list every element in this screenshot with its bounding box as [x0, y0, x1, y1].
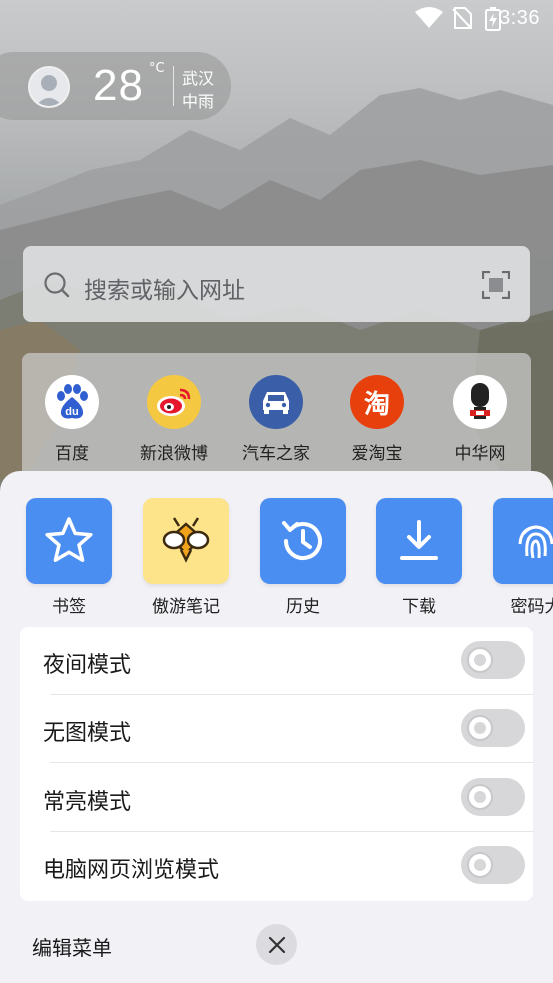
quick-sites-panel: du 百度 新浪微博 汽车之家 淘 爱淘宝 中华网	[22, 353, 531, 483]
weibo-icon	[147, 375, 201, 429]
setting-desktop-mode: 电脑网页浏览模式	[20, 832, 533, 900]
keep-screen-on-toggle[interactable]	[461, 778, 525, 816]
toggle-knob	[467, 784, 493, 810]
scan-icon[interactable]	[482, 271, 510, 299]
tool-bookmarks[interactable]: 书签	[14, 498, 124, 617]
menu-bottom-sheet: 书签 傲游笔记 历史 下载 密码 夜间模式 无图模式 常亮模式 电脑网页浏览模式…	[0, 471, 553, 983]
car-icon	[249, 375, 303, 429]
night-mode-toggle[interactable]	[461, 641, 525, 679]
china-com-icon	[453, 375, 507, 429]
weather-city: 武汉	[182, 69, 215, 88]
download-icon	[376, 498, 462, 584]
weather-widget[interactable]: 28 °C 武汉 中雨	[0, 52, 231, 120]
tool-label: 书签	[52, 597, 86, 617]
search-bar[interactable]: 搜索或输入网址	[23, 246, 530, 322]
bee-icon	[143, 498, 229, 584]
setting-label: 电脑网页浏览模式	[43, 858, 220, 883]
setting-night-mode: 夜间模式	[20, 627, 533, 695]
temperature-unit: °C	[149, 61, 165, 76]
quick-site-label: 中华网	[454, 444, 506, 464]
quick-site-label: 百度	[55, 444, 89, 464]
tool-label: 密码大	[510, 597, 553, 617]
search-input[interactable]: 搜索或输入网址	[84, 271, 245, 305]
quick-site-baidu[interactable]: du 百度	[27, 375, 117, 475]
setting-no-image-mode: 无图模式	[20, 695, 533, 763]
close-button[interactable]	[256, 924, 297, 965]
temperature: 28	[93, 61, 144, 110]
tool-history[interactable]: 历史	[248, 498, 358, 617]
quick-site-label: 爱淘宝	[351, 444, 403, 464]
close-icon	[268, 936, 285, 953]
weather-divider	[173, 66, 174, 106]
baidu-icon: du	[45, 375, 99, 429]
wifi-icon	[415, 7, 443, 28]
taobao-icon: 淘	[350, 375, 404, 429]
tool-label: 傲游笔记	[152, 597, 220, 617]
edit-menu-button[interactable]: 编辑菜单	[32, 932, 112, 961]
weather-condition: 中雨	[182, 92, 215, 111]
quick-site-taobao[interactable]: 淘 爱淘宝	[332, 375, 422, 475]
star-icon	[26, 498, 112, 584]
divider	[50, 762, 533, 763]
svg-text:du: du	[65, 406, 78, 418]
avatar[interactable]	[28, 66, 70, 108]
quick-site-china-com[interactable]: 中华网	[435, 375, 525, 475]
tool-notes[interactable]: 傲游笔记	[131, 498, 241, 617]
quick-site-label: 汽车之家	[242, 444, 310, 464]
no-image-mode-toggle[interactable]	[461, 709, 525, 747]
mode-settings-list: 夜间模式 无图模式 常亮模式 电脑网页浏览模式	[20, 627, 533, 901]
setting-label: 夜间模式	[43, 653, 132, 678]
status-bar: 3:36	[0, 0, 553, 38]
setting-keep-screen-on: 常亮模式	[20, 764, 533, 832]
no-sim-icon	[452, 7, 472, 29]
tool-label: 历史	[286, 597, 320, 617]
toggle-knob	[467, 715, 493, 741]
setting-label: 无图模式	[43, 721, 132, 746]
search-icon	[44, 272, 70, 298]
setting-label: 常亮模式	[43, 790, 132, 815]
toggle-knob	[467, 852, 493, 878]
quick-site-autohome[interactable]: 汽车之家	[231, 375, 321, 475]
quick-site-label: 新浪微博	[140, 444, 208, 464]
tool-label: 下载	[402, 597, 436, 617]
toggle-knob	[467, 647, 493, 673]
quick-site-weibo[interactable]: 新浪微博	[129, 375, 219, 475]
tool-passwords[interactable]: 密码大	[481, 498, 553, 617]
desktop-mode-toggle[interactable]	[461, 846, 525, 884]
history-icon	[260, 498, 346, 584]
fingerprint-icon	[493, 498, 553, 584]
status-time: 3:36	[499, 7, 540, 29]
tool-downloads[interactable]: 下载	[364, 498, 474, 617]
